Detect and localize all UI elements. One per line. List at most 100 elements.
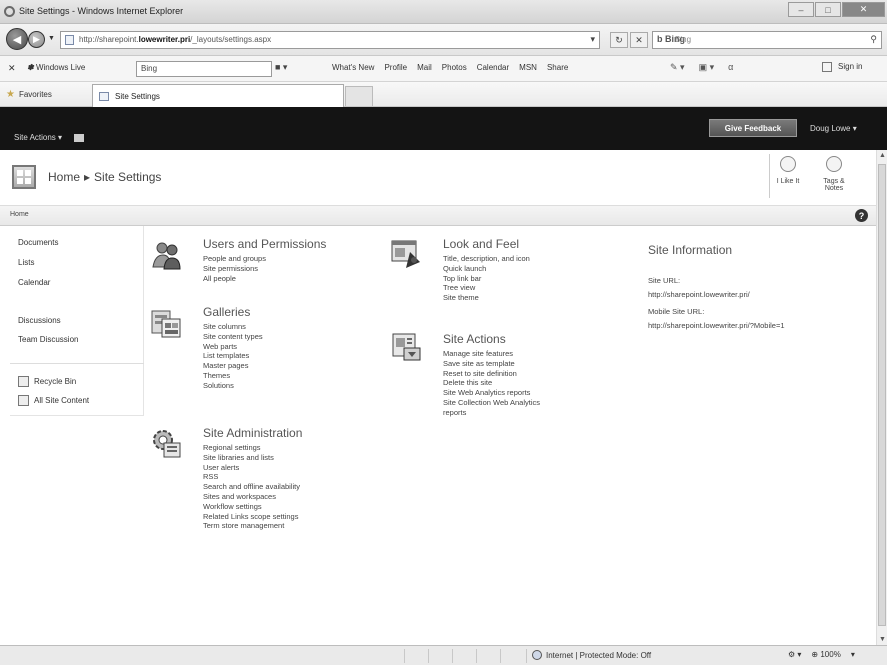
- i-like-it-button[interactable]: I Like It: [772, 156, 804, 192]
- link-site-libraries-lists[interactable]: Site libraries and lists: [203, 453, 300, 463]
- search-input[interactable]: b Bing Bing ⚲: [652, 31, 882, 49]
- page-tools-icon[interactable]: ⚙ ▾: [788, 650, 801, 659]
- link-master-pages[interactable]: Master pages: [203, 361, 263, 371]
- link-reset-site-definition[interactable]: Reset to site definition: [443, 369, 540, 379]
- link-rss[interactable]: RSS: [203, 472, 300, 482]
- mobile-url-value[interactable]: http://sharepoint.lowewriter.pri/?Mobile…: [648, 321, 785, 330]
- link-site-web-analytics[interactable]: Site Web Analytics reports: [443, 388, 540, 398]
- link-site-content-types[interactable]: Site content types: [203, 332, 263, 342]
- user-menu[interactable]: Doug Lowe ▾: [810, 124, 857, 133]
- link-regional-settings[interactable]: Regional settings: [203, 443, 300, 453]
- translate-icon[interactable]: α: [728, 62, 733, 73]
- stop-button[interactable]: ✕: [630, 32, 648, 48]
- ql-calendar[interactable]: Calendar: [18, 278, 50, 287]
- site-logo-icon[interactable]: [12, 165, 36, 189]
- new-tab-button[interactable]: [345, 86, 373, 106]
- link-site-columns[interactable]: Site columns: [203, 322, 263, 332]
- favorites-button[interactable]: ★ Favorites: [6, 89, 52, 100]
- link-title-description-icon[interactable]: Title, description, and icon: [443, 254, 530, 264]
- search-placeholder: Bing: [675, 35, 692, 44]
- link-people-groups[interactable]: People and groups: [203, 254, 266, 264]
- sign-in-area: Sign in: [822, 62, 862, 72]
- link-list-templates[interactable]: List templates: [203, 351, 263, 361]
- zoom-level[interactable]: ⊕ 100%: [811, 650, 840, 659]
- browser-tab-site-settings[interactable]: Site Settings: [92, 84, 344, 107]
- link-site-collection-analytics[interactable]: Site Collection Web Analytics: [443, 398, 540, 408]
- sign-in-link[interactable]: Sign in: [838, 62, 862, 72]
- link-themes[interactable]: Themes: [203, 371, 263, 381]
- link-site-collection-analytics-reports[interactable]: reports: [443, 408, 540, 418]
- all-site-content-link[interactable]: All Site Content: [18, 395, 89, 406]
- refresh-button[interactable]: ↻: [610, 32, 628, 48]
- toolbar-search-button[interactable]: ■ ▾: [275, 62, 287, 73]
- recent-pages-dropdown[interactable]: ▼: [48, 35, 55, 42]
- ql-documents[interactable]: Documents: [18, 238, 58, 247]
- site-url-label: Site URL:: [648, 276, 681, 285]
- scroll-up-icon[interactable]: ▲: [879, 152, 886, 159]
- vertical-scrollbar[interactable]: ▲ ▼: [876, 150, 887, 645]
- search-icon[interactable]: ⚲: [870, 34, 877, 45]
- address-dropdown-icon[interactable]: ▾: [590, 34, 595, 45]
- status-tools: ⚙ ▾ ⊕ 100% ▾: [788, 650, 855, 659]
- address-input[interactable]: http://sharepoint.lowewriter.pri/_layout…: [60, 31, 600, 49]
- link-site-theme[interactable]: Site theme: [443, 293, 530, 303]
- divider: [452, 649, 453, 663]
- link-tree-view[interactable]: Tree view: [443, 283, 530, 293]
- scroll-thumb[interactable]: [878, 164, 886, 626]
- messenger-icon[interactable]: [822, 62, 832, 72]
- link-msn[interactable]: MSN: [519, 63, 537, 72]
- windows-live-logo[interactable]: ✽ Windows Live: [27, 63, 85, 72]
- link-manage-site-features[interactable]: Manage site features: [443, 349, 540, 359]
- toolbar-tools: ✎ ▾ ▣ ▾ α: [670, 62, 733, 73]
- page-tool-icon[interactable]: ▣ ▾: [699, 62, 715, 73]
- tags-notes-button[interactable]: Tags & Notes: [818, 156, 850, 192]
- link-calendar[interactable]: Calendar: [477, 63, 509, 72]
- link-site-permissions[interactable]: Site permissions: [203, 264, 266, 274]
- link-workflow-settings[interactable]: Workflow settings: [203, 502, 300, 512]
- help-icon[interactable]: ?: [855, 209, 868, 222]
- link-top-link-bar[interactable]: Top link bar: [443, 274, 530, 284]
- breadcrumb: Home ▸ Site Settings: [48, 170, 161, 184]
- divider: [526, 649, 527, 663]
- breadcrumb-home[interactable]: Home: [48, 170, 80, 184]
- link-web-parts[interactable]: Web parts: [203, 342, 263, 352]
- forward-button[interactable]: ▶: [28, 31, 45, 48]
- scroll-down-icon[interactable]: ▼: [879, 636, 886, 643]
- link-photos[interactable]: Photos: [442, 63, 467, 72]
- minimize-button[interactable]: –: [788, 2, 814, 17]
- toolbar-search-input[interactable]: Bing: [136, 61, 272, 77]
- link-search-offline[interactable]: Search and offline availability: [203, 482, 300, 492]
- edit-page-icon[interactable]: [74, 133, 85, 142]
- link-save-site-template[interactable]: Save site as template: [443, 359, 540, 369]
- link-quick-launch[interactable]: Quick launch: [443, 264, 530, 274]
- close-toolbar-icon[interactable]: ✕: [8, 63, 16, 74]
- give-feedback-button[interactable]: Give Feedback: [709, 119, 797, 137]
- breadcrumb-separator-icon: ▸: [84, 170, 91, 184]
- link-all-people[interactable]: All people: [203, 274, 266, 284]
- link-user-alerts[interactable]: User alerts: [203, 463, 300, 473]
- link-whats-new[interactable]: What's New: [332, 63, 374, 72]
- link-related-links-scope[interactable]: Related Links scope settings: [203, 512, 300, 522]
- ql-team-discussion[interactable]: Team Discussion: [18, 335, 78, 344]
- link-share[interactable]: Share: [547, 63, 568, 72]
- recycle-bin-link[interactable]: Recycle Bin: [18, 376, 76, 387]
- ql-discussions[interactable]: Discussions: [18, 316, 61, 325]
- maximize-button[interactable]: □: [815, 2, 841, 17]
- zoom-dropdown-icon[interactable]: ▾: [851, 650, 855, 659]
- link-profile[interactable]: Profile: [384, 63, 407, 72]
- back-button[interactable]: ◀: [6, 28, 28, 50]
- divider: [10, 363, 144, 364]
- ql-lists[interactable]: Lists: [18, 258, 34, 267]
- divider: [769, 154, 770, 198]
- security-zone[interactable]: Internet | Protected Mode: Off: [532, 650, 651, 660]
- site-actions-menu[interactable]: Site Actions ▾: [14, 133, 85, 142]
- nav-home-tab[interactable]: Home: [10, 211, 29, 218]
- link-term-store[interactable]: Term store management: [203, 521, 300, 531]
- link-sites-workspaces[interactable]: Sites and workspaces: [203, 492, 300, 502]
- link-delete-site[interactable]: Delete this site: [443, 378, 540, 388]
- link-solutions[interactable]: Solutions: [203, 381, 263, 391]
- highlight-icon[interactable]: ✎ ▾: [670, 62, 685, 73]
- close-button[interactable]: ✕: [842, 2, 885, 17]
- site-url-value[interactable]: http://sharepoint.lowewriter.pri/: [648, 290, 750, 299]
- link-mail[interactable]: Mail: [417, 63, 432, 72]
